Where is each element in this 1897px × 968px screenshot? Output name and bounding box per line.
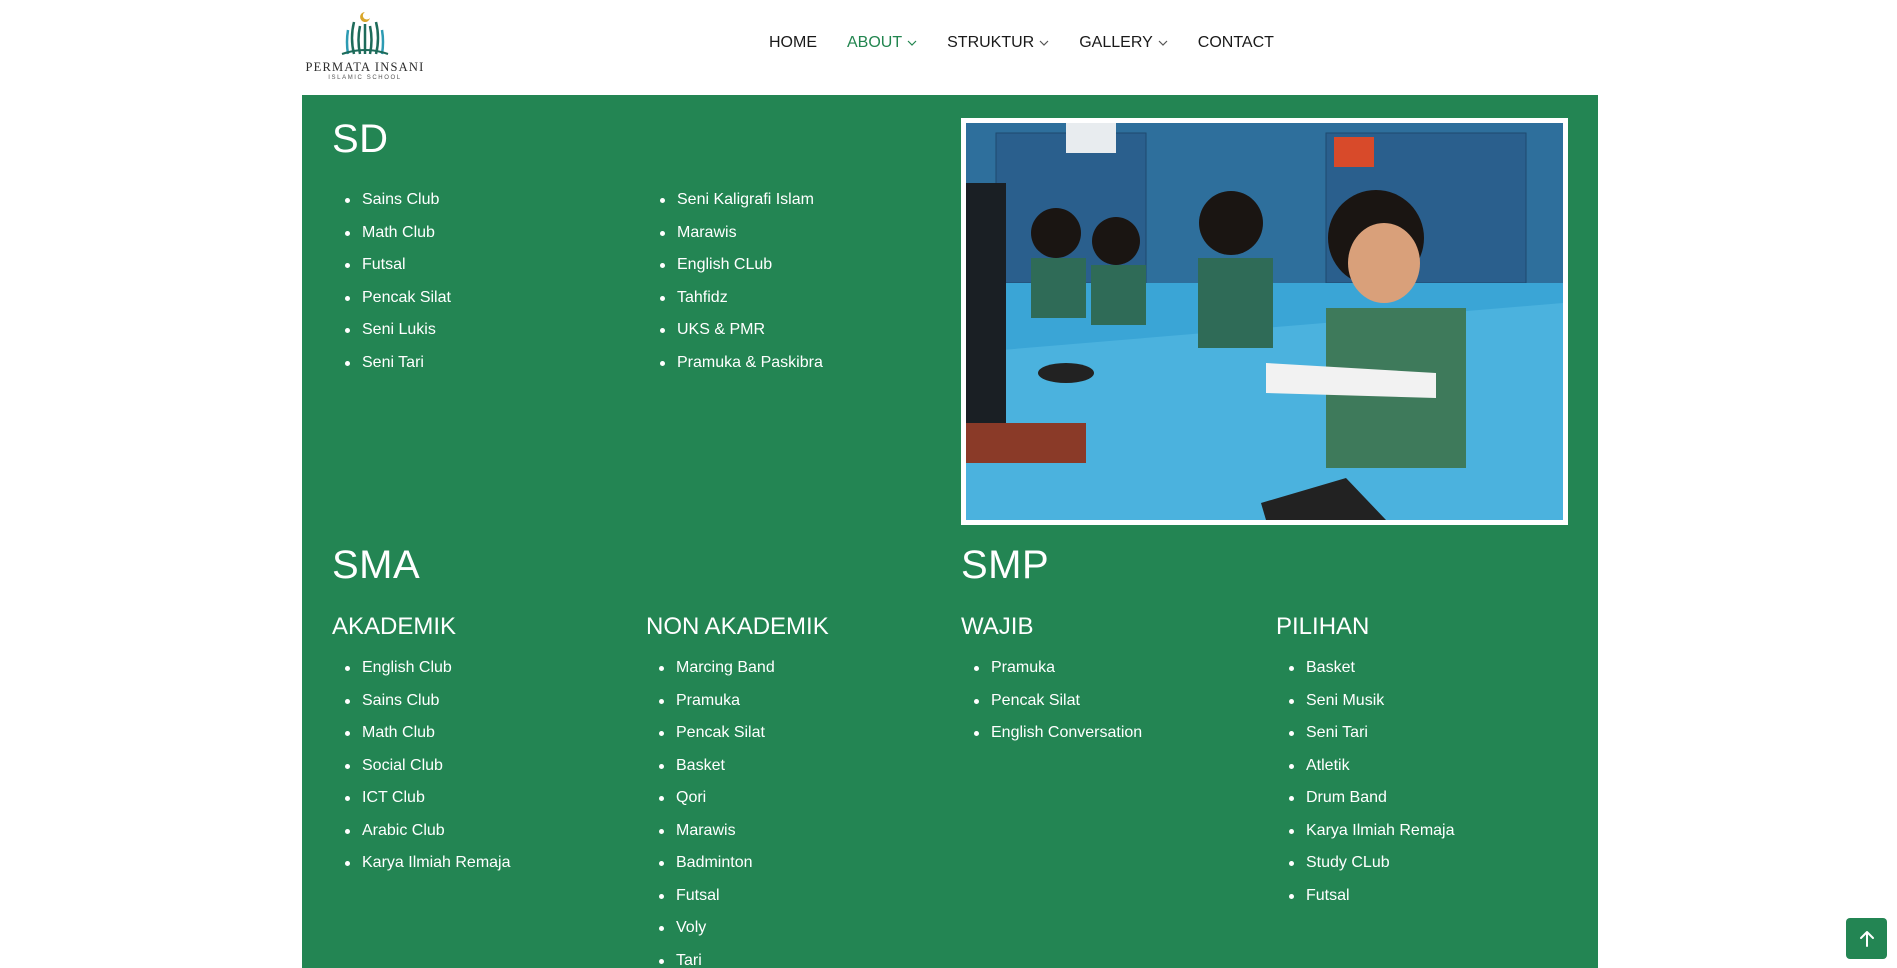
list-item: English Club [332,660,511,693]
list-item: Seni Musik [1276,692,1455,726]
chevron-down-icon [907,40,917,46]
smp-pilihan-title: PILIHAN [1276,613,1370,640]
chevron-down-icon [1158,40,1168,46]
list-item: Pramuka [646,692,775,726]
site-logo[interactable]: PERMATA INSANI ISLAMIC SCHOOL [302,8,428,82]
list-item: Badminton [646,855,775,888]
sd-list-1: Sains Club Math Club Futsal Pencak Silat… [332,192,451,387]
list-item: Futsal [332,257,451,290]
list-item: Pencak Silat [646,725,775,758]
list-item: Tari [646,952,775,968]
arrow-up-icon [1859,930,1874,947]
list-item: Pencak Silat [961,692,1142,726]
list-item: Basket [1276,660,1455,693]
list-item: Voly [646,920,775,953]
list-item: Marcing Band [646,660,775,693]
main-nav: HOME ABOUT STRUKTUR GALLERY CONTACT [769,34,1274,52]
list-item: Seni Kaligrafi Islam [647,192,823,225]
nav-contact-label: CONTACT [1197,34,1274,51]
list-item: Social Club [332,757,511,791]
list-item: Drum Band [1276,790,1455,823]
extracurricular-panel: SD Sains Club Math Club Futsal Pencak Si… [302,95,1598,968]
list-item: Math Club [332,224,451,258]
sma-akademik-list: English Club Sains Club Math Club Social… [332,660,511,888]
list-item: ICT Club [332,790,511,823]
nav-home[interactable]: HOME [769,34,817,52]
sd-list-2: Seni Kaligrafi Islam Marawis English CLu… [647,192,823,387]
sd-title: SD [332,117,389,161]
list-item: Study CLub [1276,855,1455,888]
nav-about[interactable]: ABOUT [847,34,917,52]
list-item: Futsal [646,887,775,921]
smp-pilihan-list: Basket Seni Musik Seni Tari Atletik Drum… [1276,660,1455,920]
list-item: UKS & PMR [647,322,823,355]
logo-emblem-icon [341,12,389,55]
list-item: Pramuka [961,660,1142,693]
nav-contact[interactable]: CONTACT [1198,34,1274,52]
list-item: Seni Tari [332,354,451,388]
list-item: Math Club [332,725,511,758]
list-item: Sains Club [332,692,511,726]
list-item: Qori [646,790,775,823]
back-to-top-button[interactable] [1846,918,1887,959]
nav-struktur[interactable]: STRUKTUR [947,34,1049,52]
sma-non-akademik-list: Marcing Band Pramuka Pencak Silat Basket… [646,660,775,968]
list-item: Sains Club [332,192,451,225]
list-item: English CLub [647,257,823,290]
sma-title: SMA [332,543,421,587]
nav-gallery[interactable]: GALLERY [1079,34,1168,52]
list-item: Arabic Club [332,822,511,856]
list-item: Atletik [1276,757,1455,791]
list-item: Karya Ilmiah Remaja [1276,822,1455,856]
list-item: Futsal [1276,887,1455,921]
list-item: Tahfidz [647,289,823,323]
nav-home-label: HOME [769,34,817,51]
classroom-photo-image [966,123,1563,520]
list-item: Pencak Silat [332,289,451,323]
nav-gallery-label: GALLERY [1079,34,1153,51]
smp-wajib-list: Pramuka Pencak Silat English Conversatio… [961,660,1142,758]
nav-struktur-label: STRUKTUR [947,34,1035,51]
sma-akademik-title: AKADEMIK [332,613,457,640]
list-item: Basket [646,757,775,791]
nav-about-label: ABOUT [847,34,903,51]
classroom-photo [961,118,1568,525]
list-item: English Conversation [961,725,1142,758]
smp-wajib-title: WAJIB [961,613,1034,640]
list-item: Pramuka & Paskibra [647,354,823,388]
site-header: PERMATA INSANI ISLAMIC SCHOOL HOME ABOUT… [0,0,1897,95]
list-item: Seni Tari [1276,725,1455,758]
chevron-down-icon [1039,40,1049,46]
brand-name: PERMATA INSANI [305,60,425,74]
list-item: Marawis [646,822,775,856]
list-item: Seni Lukis [332,322,451,355]
smp-title: SMP [961,543,1050,587]
brand-subtitle: ISLAMIC SCHOOL [328,75,402,81]
list-item: Marawis [647,224,823,258]
sma-non-akademik-title: NON AKADEMIK [646,613,829,640]
list-item: Karya Ilmiah Remaja [332,855,511,888]
